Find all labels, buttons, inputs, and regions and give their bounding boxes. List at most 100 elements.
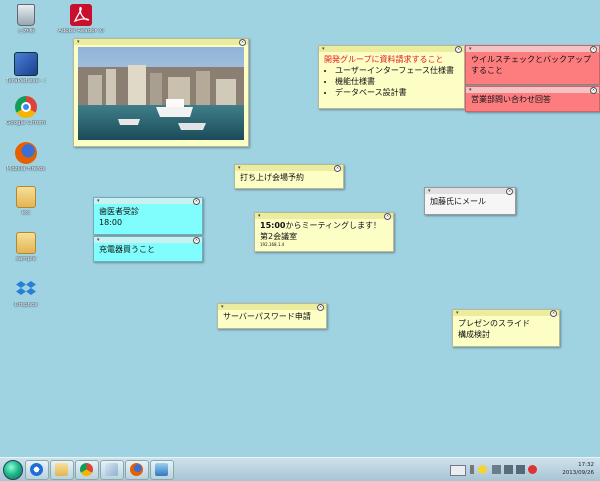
- desktop-icon-chrome[interactable]: Google Chrome: [6, 96, 46, 127]
- note-line: 18:00: [99, 218, 123, 227]
- sticky-note-party[interactable]: ▾ × 打ち上げ会場予約: [234, 164, 344, 189]
- note-small-line: 192.168.1.4: [260, 242, 285, 247]
- close-icon[interactable]: ×: [317, 304, 324, 311]
- meeting-time: 15:00: [260, 221, 286, 230]
- note-body[interactable]: サーバーパスワード申請: [218, 310, 326, 325]
- sticky-note-dentist[interactable]: ▾ × 歯医者受診 18:00: [93, 197, 203, 235]
- taskbar-app[interactable]: [100, 460, 124, 480]
- desktop-icon-firefox[interactable]: Mozilla Firefox: [6, 142, 46, 173]
- note-titlebar[interactable]: ▾ ×: [425, 188, 515, 195]
- taskbar-firefox[interactable]: [125, 460, 149, 480]
- note-menu-icon[interactable]: ▾: [97, 198, 100, 204]
- sticky-note-sales-inquiry[interactable]: ▾ × 営業部問い合わせ回答: [465, 86, 600, 112]
- sticky-note-charger[interactable]: ▾ × 充電器買うこと: [93, 236, 203, 262]
- close-icon[interactable]: ×: [590, 87, 597, 94]
- note-titlebar[interactable]: ▾ ×: [74, 39, 248, 46]
- desktop-icon-adobe-reader[interactable]: Adobe Reader XI: [56, 4, 106, 35]
- note-menu-icon[interactable]: ▾: [77, 39, 80, 45]
- list-item: ユーザーインターフェース仕様書: [335, 65, 459, 76]
- desktop-icon-recycle-bin[interactable]: ごみ箱: [6, 4, 46, 35]
- taskbar-ie[interactable]: [25, 460, 49, 480]
- note-titlebar[interactable]: ▾ ×: [466, 87, 599, 94]
- terapad-icon: [14, 52, 38, 76]
- sticky-note-photo[interactable]: ▾ ×: [73, 38, 249, 147]
- close-icon[interactable]: ×: [550, 310, 557, 317]
- note-menu-icon[interactable]: ▾: [322, 46, 325, 52]
- close-icon[interactable]: ×: [193, 237, 200, 244]
- note-menu-icon[interactable]: ▾: [456, 310, 459, 316]
- note-line: 第2会議室: [260, 232, 298, 241]
- close-icon[interactable]: ×: [334, 165, 341, 172]
- meeting-text: からミーティングします！: [285, 221, 381, 230]
- sticky-note-meeting[interactable]: ▾ × 15:00からミーティングします！ 第2会議室 192.168.1.4: [254, 212, 394, 252]
- note-titlebar[interactable]: ▾ ×: [255, 213, 393, 220]
- note-titlebar[interactable]: ▾ ×: [94, 237, 202, 244]
- desktop-icon-label: etc: [21, 210, 31, 216]
- note-body[interactable]: 営業部問い合わせ回答: [466, 93, 599, 108]
- notification-icon[interactable]: [478, 465, 487, 474]
- desktop-icon-dropbox[interactable]: Dropbox: [6, 278, 46, 309]
- folder-icon: [16, 186, 36, 208]
- app-icon: [105, 463, 118, 476]
- sticky-note-server-password[interactable]: ▾ × サーバーパスワード申請: [217, 303, 327, 329]
- clock-time: 17:32: [578, 462, 594, 468]
- explorer-icon: [55, 463, 68, 476]
- alert-icon[interactable]: [528, 465, 537, 474]
- close-icon[interactable]: ×: [384, 213, 391, 220]
- note-titlebar[interactable]: ▾ ×: [466, 46, 599, 53]
- note-body[interactable]: ウイルスチェックとバックアップすること: [466, 52, 599, 79]
- note-body[interactable]: 歯医者受診 18:00: [94, 204, 202, 231]
- note-titlebar[interactable]: ▾ ×: [235, 165, 343, 172]
- note-menu-icon[interactable]: ▾: [258, 213, 261, 219]
- taskbar-remote-desktop[interactable]: [150, 460, 174, 480]
- note-menu-icon[interactable]: ▾: [469, 87, 472, 93]
- harbor-photo-image: [78, 47, 244, 140]
- close-icon[interactable]: ×: [590, 46, 597, 53]
- start-button[interactable]: [3, 460, 23, 480]
- note-menu-icon[interactable]: ▾: [238, 165, 241, 171]
- note-body[interactable]: 開発グループに資料請求すること ユーザーインターフェース仕様書 機能仕様書 デー…: [319, 52, 464, 101]
- desktop-icon-terapad[interactable]: TeraPad.exe - ショートカット: [6, 52, 46, 85]
- note-menu-icon[interactable]: ▾: [97, 237, 100, 243]
- note-body[interactable]: 打ち上げ会場予約: [235, 171, 343, 186]
- sticky-note-presentation[interactable]: ▾ × プレゼンのスライド 構成検討: [452, 309, 560, 347]
- note-list: ユーザーインターフェース仕様書 機能仕様書 データベース設計書: [324, 65, 459, 98]
- note-titlebar[interactable]: ▾ ×: [218, 304, 326, 311]
- volume-icon[interactable]: [516, 465, 525, 474]
- note-body[interactable]: 15:00からミーティングします！ 第2会議室 192.168.1.4: [255, 219, 393, 250]
- note-body[interactable]: 充電器買うこと: [94, 243, 202, 258]
- note-menu-icon[interactable]: ▾: [428, 188, 431, 194]
- taskbar-chrome[interactable]: [75, 460, 99, 480]
- recycle-bin-icon: [17, 4, 35, 26]
- sticky-note-mail[interactable]: ▾ × 加藤氏にメール: [424, 187, 516, 215]
- note-menu-icon[interactable]: ▾: [221, 304, 224, 310]
- desktop-icon-etc-folder[interactable]: etc: [6, 186, 46, 217]
- note-titlebar[interactable]: ▾ ×: [319, 46, 464, 53]
- desktop-icon-label: ごみ箱: [17, 28, 35, 34]
- note-body[interactable]: プレゼンのスライド 構成検討: [453, 316, 559, 343]
- note-titlebar[interactable]: ▾ ×: [94, 198, 202, 205]
- network-icon[interactable]: [504, 465, 513, 474]
- sticky-note-dev-group[interactable]: ▾ × 開発グループに資料請求すること ユーザーインターフェース仕様書 機能仕様…: [318, 45, 465, 109]
- close-icon[interactable]: ×: [506, 188, 513, 195]
- close-icon[interactable]: ×: [455, 46, 462, 53]
- clock[interactable]: 17:32 2013/09/26: [562, 461, 594, 477]
- desktop-icon-sample-folder[interactable]: sample: [6, 232, 46, 263]
- close-icon[interactable]: ×: [193, 198, 200, 205]
- desktop-icon-label: Adobe Reader XI: [58, 28, 104, 34]
- desktop-icon-label: Google Chrome: [6, 120, 46, 126]
- flag-icon[interactable]: [492, 465, 501, 474]
- harbor-photo: [78, 47, 244, 140]
- note-line: 15:00からミーティングします！: [260, 220, 388, 231]
- close-icon[interactable]: ×: [239, 39, 246, 46]
- note-menu-icon[interactable]: ▾: [469, 46, 472, 52]
- keyboard-icon[interactable]: [450, 465, 466, 476]
- note-line: プレゼンのスライド: [458, 319, 530, 328]
- chrome-icon: [15, 96, 37, 118]
- note-body[interactable]: 加藤氏にメール: [425, 194, 515, 210]
- sticky-note-virus-check[interactable]: ▾ × ウイルスチェックとバックアップすること: [465, 45, 600, 85]
- system-tray: 17:32 2013/09/26: [440, 458, 600, 481]
- note-titlebar[interactable]: ▾ ×: [453, 310, 559, 317]
- taskbar-explorer[interactable]: [50, 460, 74, 480]
- firefox-icon: [15, 142, 37, 164]
